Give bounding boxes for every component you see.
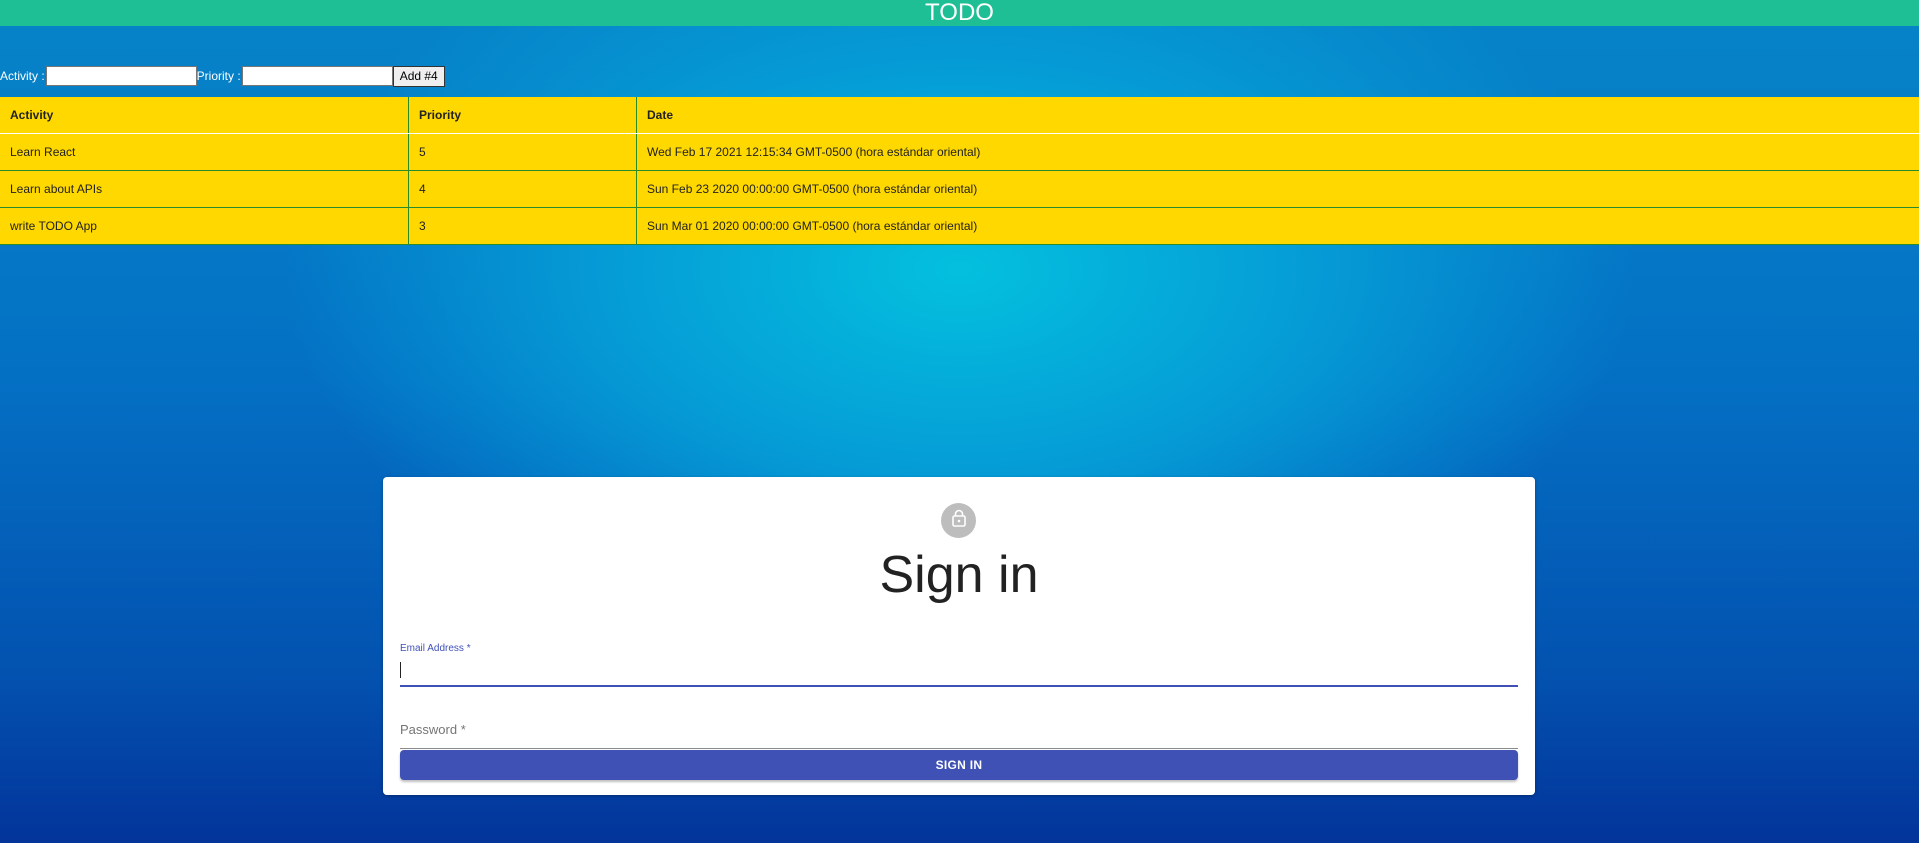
email-label: Email Address * bbox=[400, 643, 471, 654]
email-field: Email Address * bbox=[400, 643, 1518, 687]
priority-cell: 4 bbox=[408, 170, 637, 208]
password-field: Password * bbox=[400, 713, 1518, 749]
lock-avatar bbox=[941, 503, 976, 538]
add-todo-form: Activity : Priority : Add #4 bbox=[0, 65, 445, 87]
app-title: TODO bbox=[925, 0, 994, 26]
priority-cell: 3 bbox=[408, 207, 637, 245]
activity-cell: Learn React bbox=[0, 133, 409, 171]
date-cell: Wed Feb 17 2021 12:15:34 GMT-0500 (hora … bbox=[636, 133, 1919, 171]
date-cell: Sun Feb 23 2020 00:00:00 GMT-0500 (hora … bbox=[636, 170, 1919, 208]
email-input[interactable] bbox=[400, 663, 1518, 687]
table-row: Learn about APIs 4 Sun Feb 23 2020 00:00… bbox=[0, 170, 1919, 208]
column-header-priority: Priority bbox=[408, 97, 637, 134]
priority-label: Priority : bbox=[196, 69, 241, 83]
signin-title: Sign in bbox=[879, 546, 1039, 604]
priority-cell: 5 bbox=[408, 133, 637, 171]
priority-input[interactable] bbox=[241, 66, 393, 86]
column-header-date: Date bbox=[636, 97, 1919, 134]
signin-button[interactable]: SIGN IN bbox=[400, 750, 1518, 780]
column-header-activity: Activity bbox=[0, 97, 409, 134]
activity-input[interactable] bbox=[45, 66, 197, 86]
lock-icon bbox=[951, 509, 967, 532]
signin-card: Sign in Email Address * Password * SIGN … bbox=[383, 477, 1535, 795]
activity-cell: Learn about APIs bbox=[0, 170, 409, 208]
table-row: write TODO App 3 Sun Mar 01 2020 00:00:0… bbox=[0, 207, 1919, 245]
text-cursor bbox=[400, 662, 401, 678]
date-cell: Sun Mar 01 2020 00:00:00 GMT-0500 (hora … bbox=[636, 207, 1919, 245]
activity-label: Activity : bbox=[0, 69, 45, 83]
app-header: TODO bbox=[0, 0, 1919, 26]
activity-cell: write TODO App bbox=[0, 207, 409, 245]
add-todo-button[interactable]: Add #4 bbox=[392, 65, 445, 87]
password-input[interactable] bbox=[400, 726, 1518, 749]
table-row: Learn React 5 Wed Feb 17 2021 12:15:34 G… bbox=[0, 133, 1919, 171]
table-header-row: Activity Priority Date bbox=[0, 97, 1919, 134]
todo-table: Activity Priority Date Learn React 5 Wed… bbox=[0, 97, 1919, 245]
